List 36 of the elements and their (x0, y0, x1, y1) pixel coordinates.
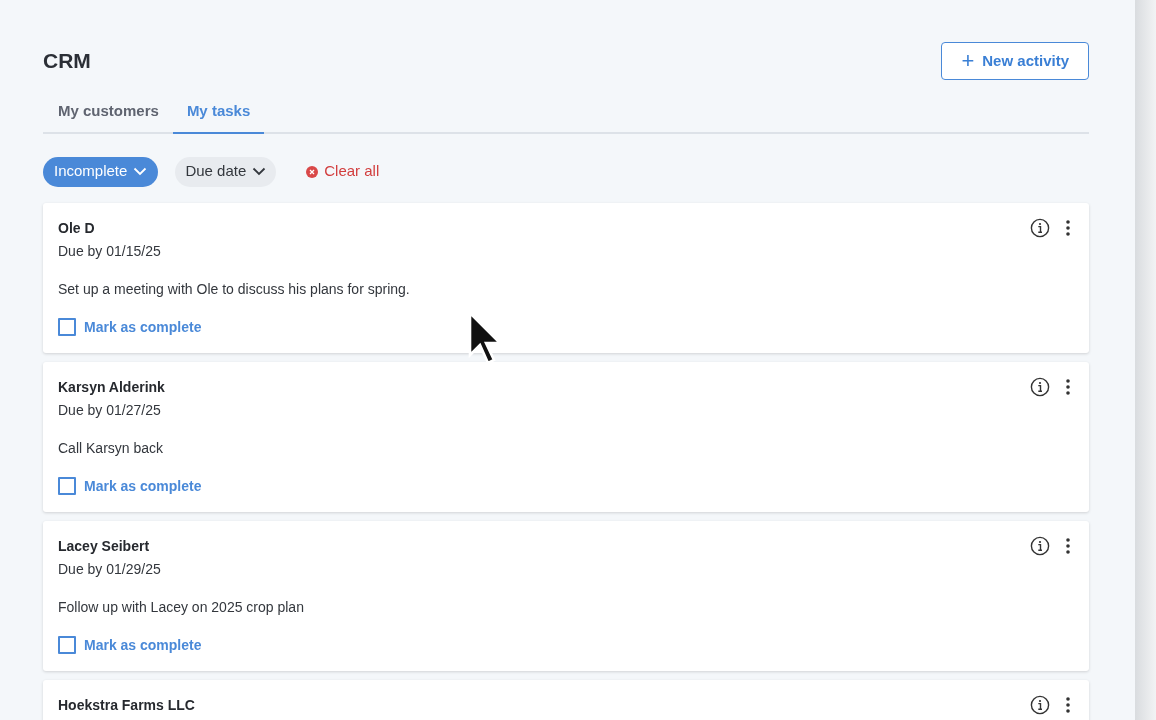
info-icon[interactable] (1030, 376, 1050, 397)
checkbox[interactable] (58, 636, 76, 654)
task-description: Follow up with Lacey on 2025 crop plan (58, 598, 304, 616)
due-date: Due by 01/29/25 (58, 560, 161, 578)
customer-name: Karsyn Alderink (58, 378, 165, 396)
tab[interactable]: My customers (44, 100, 173, 134)
chevron-down-icon (133, 167, 148, 176)
mark-complete-label[interactable]: Mark as complete (84, 475, 202, 497)
info-icon[interactable] (1030, 694, 1050, 715)
info-icon[interactable] (1030, 535, 1050, 556)
tab[interactable]: My tasks (172, 100, 265, 134)
mark-complete-label[interactable]: Mark as complete (84, 634, 202, 656)
more-options-icon[interactable] (1065, 218, 1071, 237)
chevron-down-icon (252, 167, 267, 176)
more-options-icon[interactable] (1065, 377, 1071, 396)
more-options-icon[interactable] (1065, 695, 1071, 714)
plus-icon: + (961, 50, 975, 72)
due-date: Due by 01/27/25 (58, 401, 161, 419)
button-label: New activity (982, 50, 1069, 71)
due-date: Due by 01/15/25 (58, 242, 161, 260)
more-options-icon[interactable] (1065, 536, 1071, 555)
clear-icon (306, 165, 319, 178)
customer-name: Ole D (58, 219, 95, 237)
task-description: Set up a meeting with Ole to discuss his plans for spring. (58, 280, 410, 298)
checkbox[interactable] (58, 318, 76, 336)
filter-chip[interactable]: Due date (175, 156, 277, 187)
checkbox[interactable] (58, 477, 76, 495)
info-icon[interactable] (1030, 217, 1050, 238)
new-activity-button[interactable]: + New activity (941, 42, 1089, 80)
customer-name: Hoekstra Farms LLC (58, 696, 195, 714)
page-title: CRM (43, 48, 91, 75)
customer-name: Lacey Seibert (58, 537, 150, 555)
clear-all-button[interactable]: Clear all (306, 160, 380, 183)
mark-complete-label[interactable]: Mark as complete (84, 316, 202, 338)
task-description: Call Karsyn back (58, 439, 164, 457)
filter-chip[interactable]: Incomplete (43, 156, 159, 187)
